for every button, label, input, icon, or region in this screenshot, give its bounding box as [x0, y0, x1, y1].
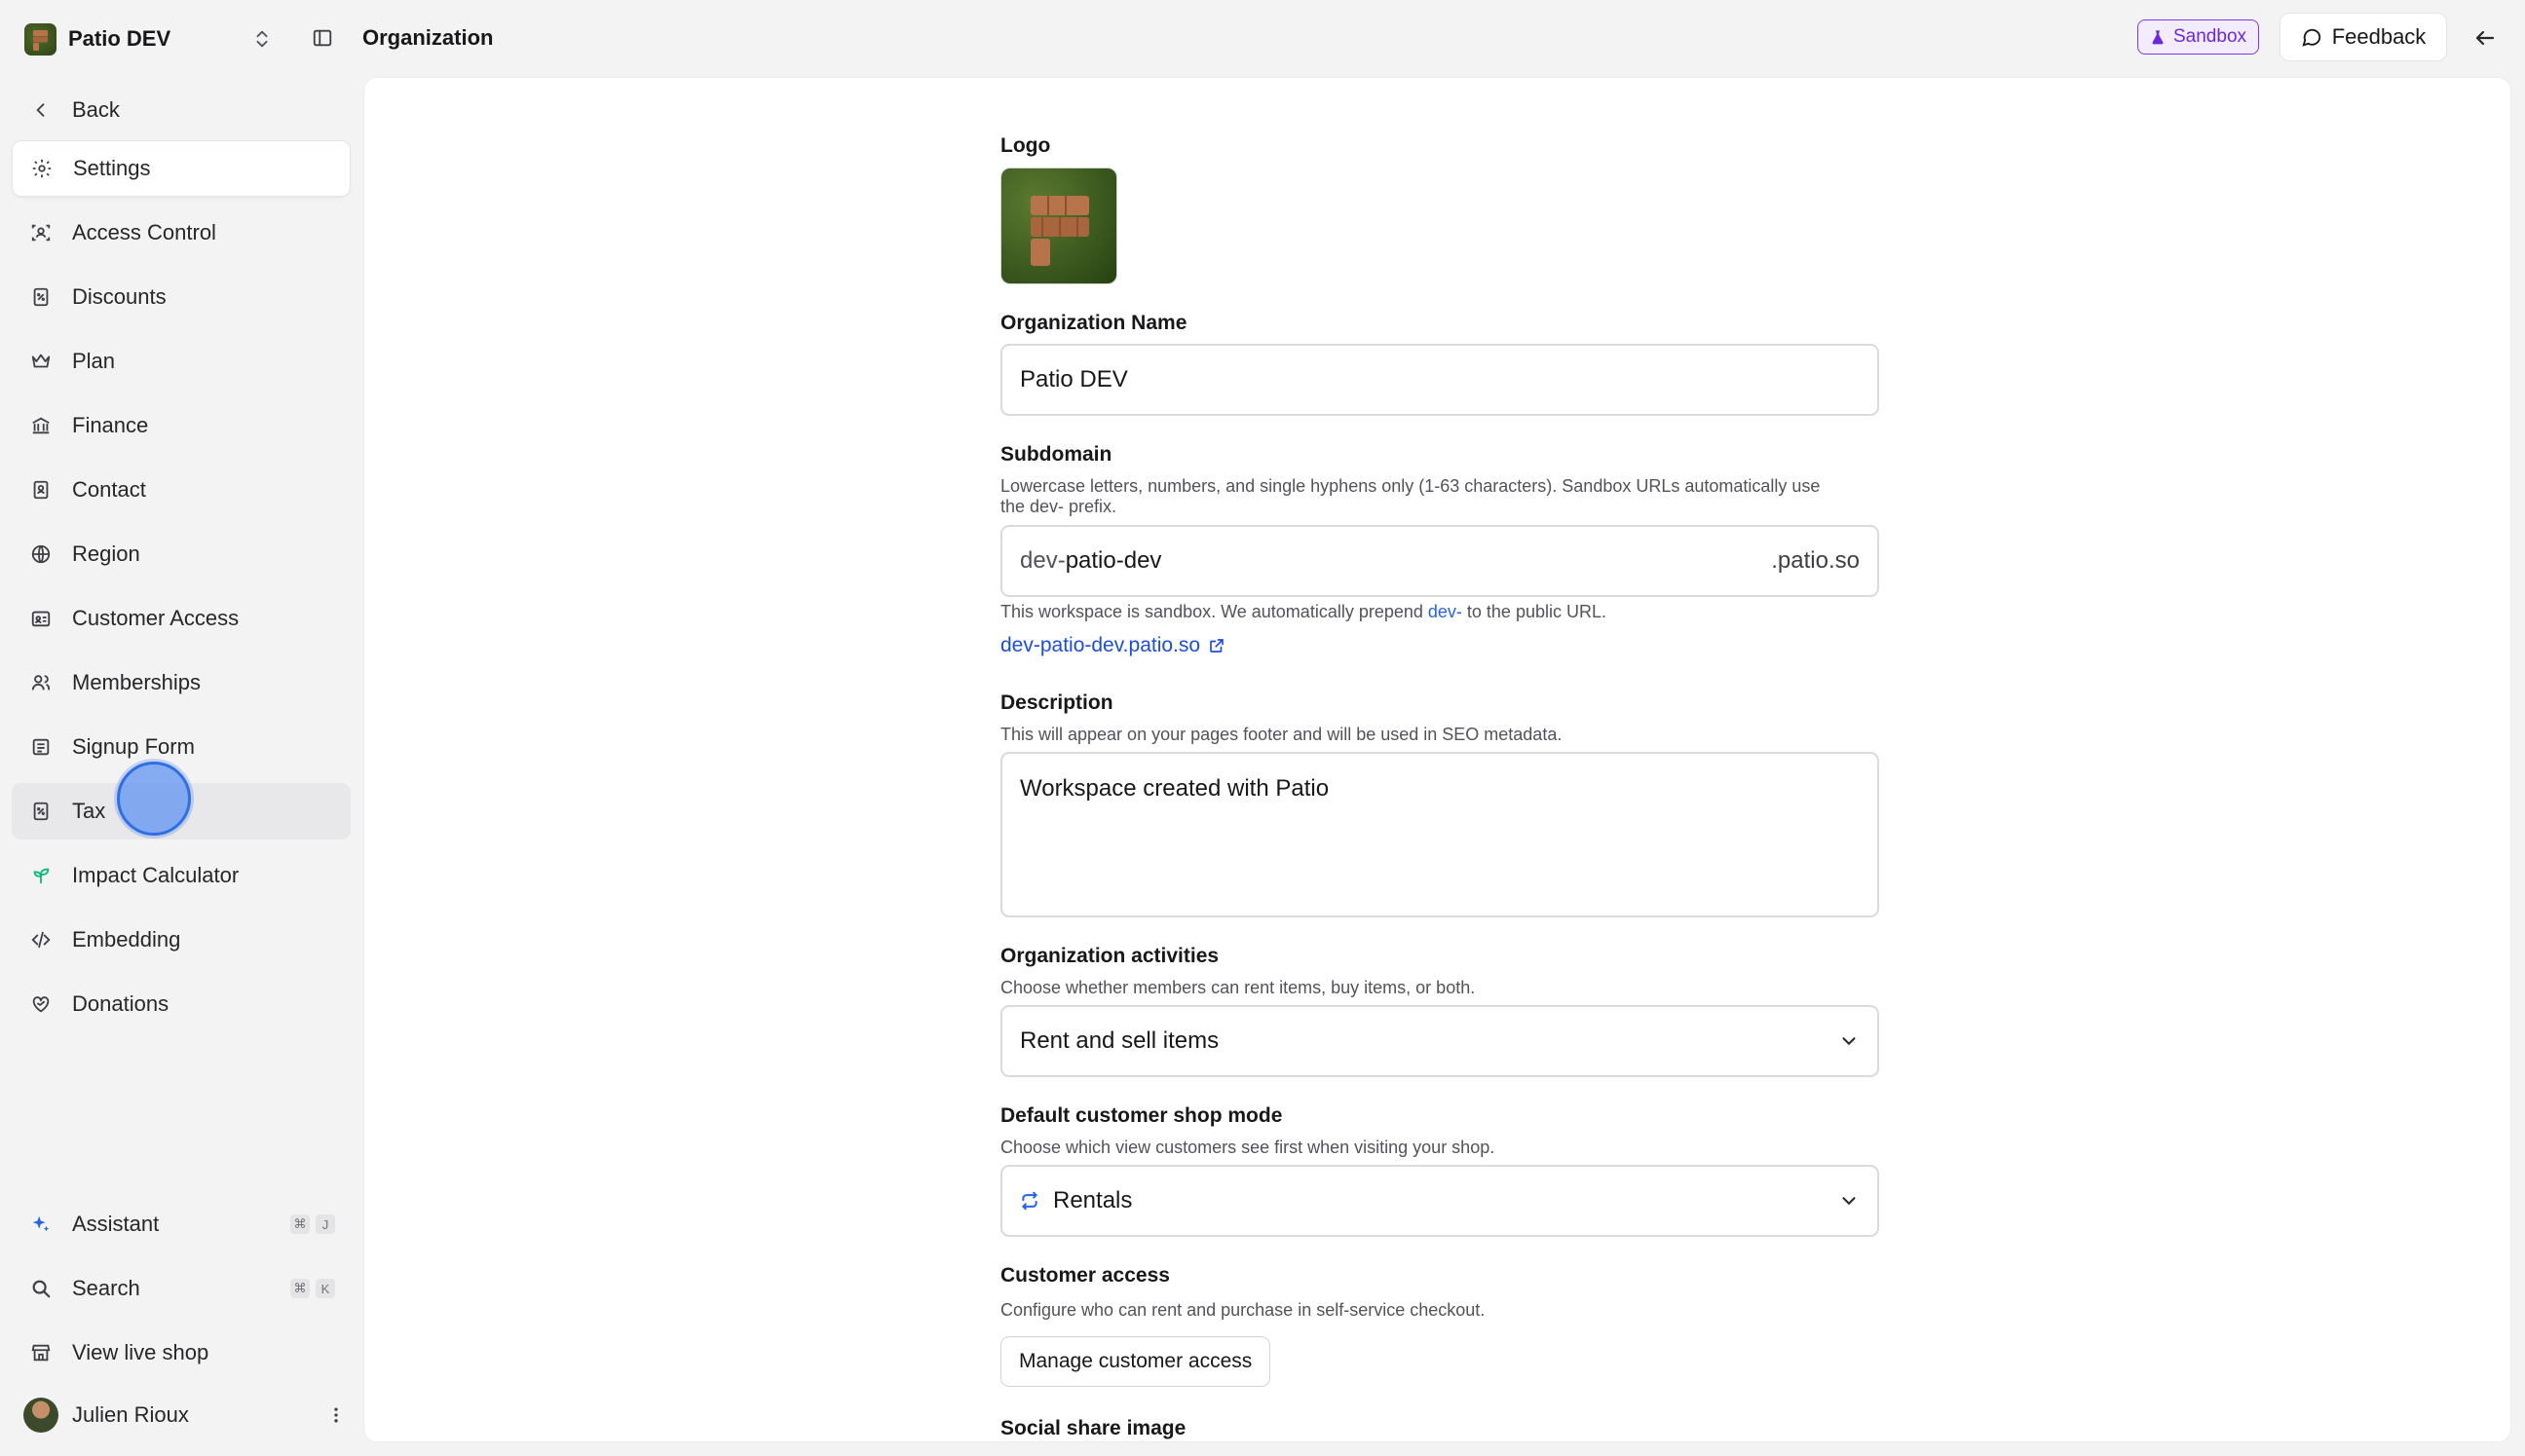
tax-receipt-icon: [29, 800, 53, 823]
subdomain-help-line2: the dev- prefix.: [1000, 497, 1117, 516]
activities-help: Choose whether members can rent items, b…: [1000, 978, 1476, 997]
chevron-down-icon: [1842, 1037, 1856, 1046]
shop-mode-help: Choose which view customers see first wh…: [1000, 1138, 1495, 1157]
feedback-button[interactable]: Feedback: [2280, 13, 2447, 61]
org-switcher[interactable]: Patio DEV: [24, 19, 273, 58]
sidebar-item-impact-calculator[interactable]: Impact Calculator: [12, 847, 351, 904]
user-scan-icon: [29, 221, 53, 244]
globe-icon: [29, 542, 53, 566]
heart-hand-icon: [29, 992, 53, 1016]
contact-book-icon: [29, 478, 53, 502]
description-textarea[interactable]: Workspace created with Patio: [1000, 752, 1879, 917]
logo-upload[interactable]: [1000, 168, 1117, 284]
bank-icon: [29, 414, 53, 437]
customer-access-label: Customer access: [1000, 1264, 1170, 1287]
sidebar-toggle-button[interactable]: [308, 23, 337, 53]
description-help: This will appear on your pages footer an…: [1000, 725, 1563, 744]
logo-label: Logo: [1000, 134, 1051, 157]
sidebar-item-view-live-shop[interactable]: View live shop: [12, 1325, 351, 1381]
crown-icon: [29, 350, 53, 373]
sidebar-item-search[interactable]: Search ⌘ K: [12, 1260, 351, 1317]
avatar: [23, 1398, 58, 1433]
sidebar-item-contact[interactable]: Contact: [12, 462, 351, 518]
sidebar-item-settings[interactable]: Settings: [12, 140, 351, 197]
sidebar-item-customer-access[interactable]: Customer Access: [12, 590, 351, 647]
sidebar-item-signup-form[interactable]: Signup Form: [12, 719, 351, 775]
subdomain-value: patio-dev: [1065, 547, 1162, 574]
sandbox-note: This workspace is sandbox. We automatica…: [1000, 602, 1606, 621]
user-menu[interactable]: Julien Rioux: [12, 1387, 351, 1443]
sidebar-item-assistant[interactable]: Assistant ⌘ J: [12, 1196, 351, 1252]
sparkles-icon: [29, 1213, 53, 1236]
id-card-icon: [29, 607, 53, 630]
chevron-left-icon: [29, 98, 53, 122]
main-panel: Logo Organization Name Patio DEV Subdoma…: [363, 77, 2511, 1442]
exit-settings-button[interactable]: [2468, 21, 2502, 55]
sandbox-badge: Sandbox: [2137, 19, 2260, 55]
chevron-up-down-icon: [256, 30, 268, 48]
page-title: Organization: [362, 25, 494, 50]
subdomain-suffix: .patio.so: [1771, 547, 1860, 574]
org-name: Patio DEV: [68, 26, 171, 51]
sidebar-item-finance[interactable]: Finance: [12, 397, 351, 454]
shop-mode-select[interactable]: Rentals: [1000, 1165, 1879, 1237]
sidebar-item-donations[interactable]: Donations: [12, 976, 351, 1032]
activities-select[interactable]: Rent and sell items: [1000, 1005, 1879, 1077]
sidebar-item-access-control[interactable]: Access Control: [12, 205, 351, 261]
shop-mode-label: Default customer shop mode: [1000, 1104, 1283, 1127]
description-label: Description: [1000, 691, 1113, 714]
sidebar-item-back[interactable]: Back: [12, 82, 351, 138]
org-logo: [24, 22, 57, 56]
sprout-icon: [29, 864, 53, 887]
subdomain-prefix: dev-: [1020, 547, 1066, 574]
org-name-label: Organization Name: [1000, 312, 1187, 334]
users-icon: [29, 671, 53, 694]
manage-customer-access-button[interactable]: Manage customer access: [1000, 1336, 1271, 1387]
assistant-shortcut: ⌘ J: [290, 1214, 335, 1234]
activities-label: Organization activities: [1000, 945, 1220, 967]
form-icon: [29, 735, 53, 759]
gear-icon: [30, 157, 54, 180]
percent-receipt-icon: [29, 285, 53, 309]
subdomain-input[interactable]: dev- patio-dev .patio.so: [1000, 525, 1879, 597]
app-window: Patio DEV Back Settings Access Control D…: [0, 0, 2525, 1456]
message-circle-icon: [2302, 28, 2320, 47]
sidebar-item-region[interactable]: Region: [12, 526, 351, 582]
store-icon: [29, 1341, 53, 1364]
cursor-indicator: [117, 762, 191, 836]
flask-icon: [2152, 30, 2164, 45]
search-shortcut: ⌘ K: [290, 1279, 335, 1298]
chevron-down-icon: [1842, 1197, 1856, 1206]
more-vertical-icon[interactable]: [321, 1400, 351, 1430]
sidebar-item-discounts[interactable]: Discounts: [12, 269, 351, 325]
org-name-input[interactable]: Patio DEV: [1000, 344, 1879, 416]
search-icon: [29, 1277, 53, 1300]
repeat-icon: [1022, 1191, 1037, 1211]
sidebar-item-embedding[interactable]: Embedding: [12, 912, 351, 968]
external-link-icon: [1210, 639, 1224, 653]
customer-access-help: Configure who can rent and purchase in s…: [1000, 1300, 1486, 1320]
sidebar-item-memberships[interactable]: Memberships: [12, 654, 351, 711]
public-url-link[interactable]: dev-patio-dev.patio.so: [1000, 634, 1225, 657]
subdomain-label: Subdomain: [1000, 443, 1112, 466]
patio-logo-image: [1031, 196, 1089, 266]
panel-left-icon: [313, 29, 332, 47]
sidebar: Patio DEV Back Settings Access Control D…: [0, 0, 362, 1456]
subdomain-help-line1: Lowercase letters, numbers, and single h…: [1000, 476, 1821, 496]
social-image-label: Social share image: [1000, 1417, 1187, 1439]
user-name: Julien Rioux: [72, 1402, 189, 1427]
sidebar-item-plan[interactable]: Plan: [12, 333, 351, 390]
arrow-left-icon: [2475, 30, 2495, 46]
code-icon: [29, 928, 53, 952]
